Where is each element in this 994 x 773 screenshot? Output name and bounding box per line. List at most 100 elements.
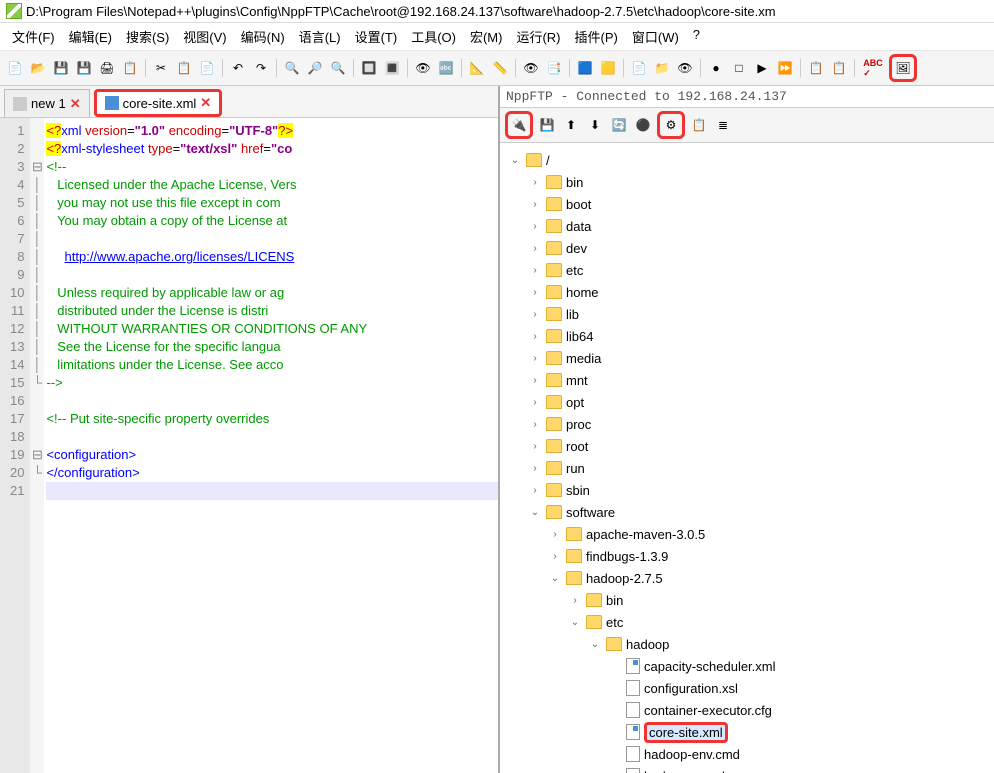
toolbar-button[interactable]: 📂 bbox=[28, 58, 48, 78]
toolbar-button[interactable]: 📑 bbox=[544, 58, 564, 78]
toolbar-button[interactable]: 🔍 bbox=[328, 58, 348, 78]
ftp-toolbar-button[interactable]: ⚙ bbox=[661, 115, 681, 135]
tree-twisty[interactable]: ⌄ bbox=[508, 155, 522, 166]
menu-item[interactable]: 运行(R) bbox=[510, 25, 566, 48]
ftp-toolbar-button[interactable]: 🔄 bbox=[609, 115, 629, 135]
toolbar-button[interactable]: 💾 bbox=[74, 58, 94, 78]
toolbar-button[interactable]: 🟨 bbox=[598, 58, 618, 78]
tree-folder[interactable]: ⌄software bbox=[504, 501, 990, 523]
tree-folder[interactable]: ›run bbox=[504, 457, 990, 479]
tree-twisty[interactable]: › bbox=[548, 551, 562, 562]
toolbar-button[interactable]: 👁 bbox=[521, 58, 541, 78]
tree-twisty[interactable]: ⌄ bbox=[568, 617, 582, 628]
editor-tab[interactable]: new 1✕ bbox=[4, 89, 90, 117]
tree-folder[interactable]: ⌄etc bbox=[504, 611, 990, 633]
menu-item[interactable]: ? bbox=[687, 25, 706, 48]
tree-folder[interactable]: ›mnt bbox=[504, 369, 990, 391]
tree-folder[interactable]: ›bin bbox=[504, 589, 990, 611]
tree-twisty[interactable]: › bbox=[528, 331, 542, 342]
tree-folder[interactable]: ›data bbox=[504, 215, 990, 237]
toolbar-button[interactable]: ↶ bbox=[228, 58, 248, 78]
tree-folder[interactable]: ›proc bbox=[504, 413, 990, 435]
tree-twisty[interactable]: › bbox=[528, 419, 542, 430]
tree-folder[interactable]: ›media bbox=[504, 347, 990, 369]
tree-twisty[interactable]: › bbox=[528, 353, 542, 364]
tree-twisty[interactable]: ⌄ bbox=[528, 507, 542, 518]
tree-folder[interactable]: ›etc bbox=[504, 259, 990, 281]
toolbar-button[interactable]: 🖼 bbox=[893, 58, 913, 78]
ftp-toolbar-button[interactable]: ⬆ bbox=[561, 115, 581, 135]
menu-item[interactable]: 视图(V) bbox=[177, 25, 232, 48]
toolbar-button[interactable]: 📄 bbox=[5, 58, 25, 78]
menu-item[interactable]: 编辑(E) bbox=[63, 25, 118, 48]
ftp-toolbar-button[interactable]: 💾 bbox=[537, 115, 557, 135]
tree-folder[interactable]: ›lib64 bbox=[504, 325, 990, 347]
code-text[interactable]: <?xml version="1.0" encoding="UTF-8"?><?… bbox=[44, 118, 498, 773]
menu-item[interactable]: 编码(N) bbox=[235, 25, 291, 48]
fold-column[interactable]: ⊟│││││││││││└⊟└ bbox=[30, 118, 44, 773]
tree-twisty[interactable]: › bbox=[528, 265, 542, 276]
show-nppftp-button[interactable]: 🖼 bbox=[889, 54, 917, 82]
tree-file[interactable]: capacity-scheduler.xml bbox=[504, 655, 990, 677]
menu-item[interactable]: 文件(F) bbox=[6, 25, 61, 48]
menu-item[interactable]: 语言(L) bbox=[293, 25, 347, 48]
tree-folder[interactable]: ›opt bbox=[504, 391, 990, 413]
tree-twisty[interactable]: › bbox=[528, 243, 542, 254]
nppftp-tree[interactable]: ⌄/›bin›boot›data›dev›etc›home›lib›lib64›… bbox=[500, 143, 994, 773]
tree-twisty[interactable]: › bbox=[528, 485, 542, 496]
toolbar-button[interactable]: 📋 bbox=[120, 58, 140, 78]
toolbar-button[interactable]: 📄 bbox=[629, 58, 649, 78]
toolbar-button[interactable]: 📄 bbox=[197, 58, 217, 78]
tree-twisty[interactable]: › bbox=[528, 177, 542, 188]
toolbar-button[interactable]: 👁 bbox=[413, 58, 433, 78]
menu-item[interactable]: 插件(P) bbox=[569, 25, 624, 48]
tree-file[interactable]: configuration.xsl bbox=[504, 677, 990, 699]
tree-twisty[interactable]: › bbox=[528, 309, 542, 320]
toolbar-button[interactable]: 💾 bbox=[51, 58, 71, 78]
tree-folder[interactable]: ›boot bbox=[504, 193, 990, 215]
ftp-toolbar-button[interactable]: ⚫ bbox=[633, 115, 653, 135]
tree-folder[interactable]: ›lib bbox=[504, 303, 990, 325]
toolbar-button[interactable]: 🔳 bbox=[382, 58, 402, 78]
tree-twisty[interactable]: › bbox=[528, 221, 542, 232]
toolbar-button[interactable]: ▶ bbox=[752, 58, 772, 78]
tree-twisty[interactable]: › bbox=[568, 595, 582, 606]
tree-twisty[interactable]: › bbox=[528, 199, 542, 210]
toolbar-button[interactable]: ✂ bbox=[151, 58, 171, 78]
ftp-toolbar-button[interactable]: 🔌 bbox=[509, 115, 529, 135]
tree-folder[interactable]: ⌄hadoop-2.7.5 bbox=[504, 567, 990, 589]
tree-twisty[interactable]: ⌄ bbox=[548, 573, 562, 584]
toolbar-button[interactable]: ● bbox=[706, 58, 726, 78]
toolbar-button[interactable]: 👁 bbox=[675, 58, 695, 78]
menu-item[interactable]: 设置(T) bbox=[349, 25, 404, 48]
toolbar-button[interactable]: ⏩ bbox=[775, 58, 795, 78]
ftp-toolbar-button[interactable]: 📋 bbox=[689, 115, 709, 135]
tree-folder[interactable]: ⌄hadoop bbox=[504, 633, 990, 655]
tree-file[interactable]: core-site.xml bbox=[504, 721, 990, 743]
ftp-toolbar-button[interactable]: ⬇ bbox=[585, 115, 605, 135]
menu-item[interactable]: 窗口(W) bbox=[626, 25, 685, 48]
menu-item[interactable]: 工具(O) bbox=[405, 25, 462, 48]
tree-folder[interactable]: ›sbin bbox=[504, 479, 990, 501]
tree-file[interactable]: hadoop-env.cmd bbox=[504, 743, 990, 765]
tree-twisty[interactable]: › bbox=[528, 287, 542, 298]
tree-twisty[interactable]: › bbox=[548, 529, 562, 540]
tree-file[interactable]: hadoop-env.sh bbox=[504, 765, 990, 773]
toolbar-button[interactable]: 📐 bbox=[467, 58, 487, 78]
tree-twisty[interactable]: › bbox=[528, 375, 542, 386]
tree-twisty[interactable]: ⌄ bbox=[588, 639, 602, 650]
tree-twisty[interactable]: › bbox=[528, 441, 542, 452]
tree-twisty[interactable]: › bbox=[528, 397, 542, 408]
code-area[interactable]: 123456789101112131415161718192021 ⊟│││││… bbox=[0, 118, 498, 773]
tree-folder[interactable]: ⌄/ bbox=[504, 149, 990, 171]
toolbar-button[interactable]: 📋 bbox=[829, 58, 849, 78]
tree-folder[interactable]: ›apache-maven-3.0.5 bbox=[504, 523, 990, 545]
tree-folder[interactable]: ›home bbox=[504, 281, 990, 303]
editor-tab[interactable]: core-site.xml✕ bbox=[94, 89, 223, 117]
tree-folder[interactable]: ›root bbox=[504, 435, 990, 457]
toolbar-button[interactable]: ABC✓ bbox=[860, 58, 886, 78]
toolbar-button[interactable]: 🔎 bbox=[305, 58, 325, 78]
ftp-toolbar-button[interactable]: ≣ bbox=[713, 115, 733, 135]
toolbar-button[interactable]: 📁 bbox=[652, 58, 672, 78]
menu-item[interactable]: 搜索(S) bbox=[120, 25, 175, 48]
